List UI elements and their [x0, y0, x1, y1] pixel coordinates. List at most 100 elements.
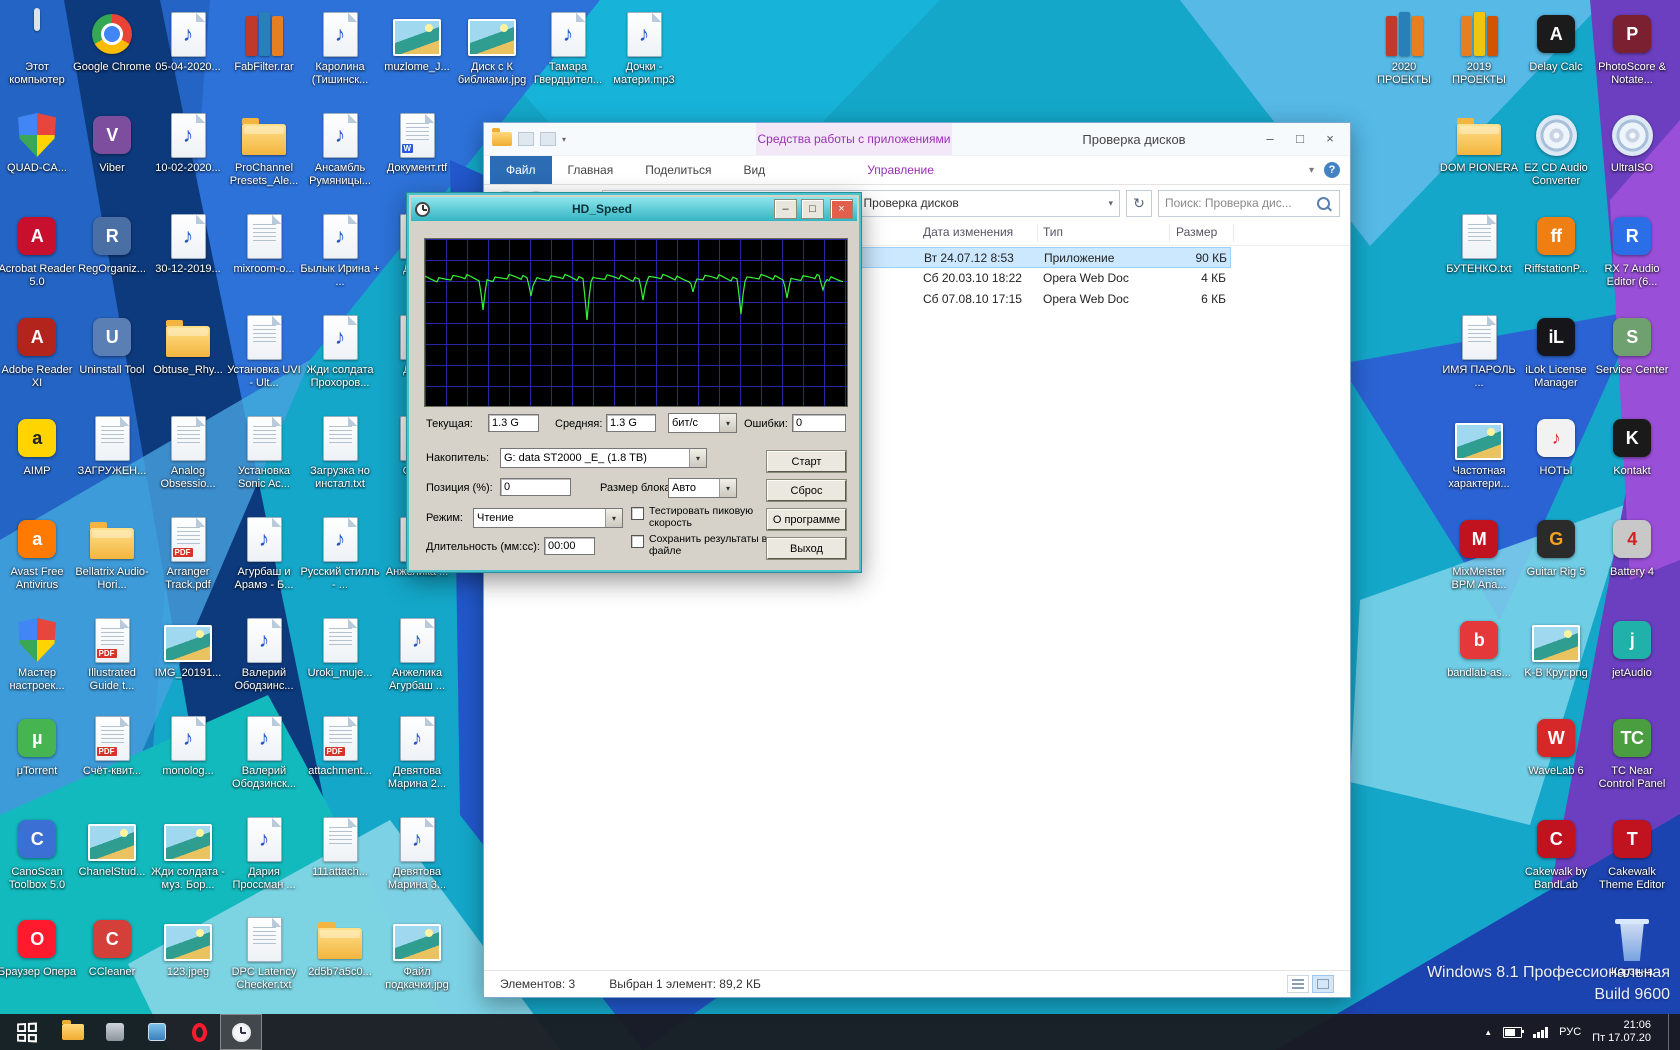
position-value[interactable]: 0	[500, 478, 571, 496]
search-input[interactable]: Поиск: Проверка дис...	[1158, 190, 1340, 217]
desktop-icon[interactable]: iLiLok License Manager	[1514, 312, 1598, 390]
desktop-icon[interactable]: IMG_20191...	[146, 615, 230, 680]
desktop-icon[interactable]: ffRiffstationP...	[1514, 211, 1598, 276]
taskbar-app-button-1[interactable]	[94, 1014, 136, 1050]
desktop-icon[interactable]: GGuitar Rig 5	[1514, 514, 1598, 579]
desktop-icon[interactable]: Obtuse_Rhy...	[146, 312, 230, 377]
taskbar-hdspeed-button[interactable]	[220, 1014, 262, 1050]
desktop-icon[interactable]: jjetAudio	[1590, 615, 1674, 680]
desktop-icon[interactable]: Этот компьютер	[0, 9, 79, 87]
desktop-icon[interactable]: DOM PIONERA	[1437, 110, 1521, 175]
current-value[interactable]: 1.3 G	[488, 414, 539, 432]
ribbon-collapse-icon[interactable]: ▾	[1309, 165, 1314, 176]
peak-test-checkbox[interactable]: Тестировать пиковую скорость	[631, 506, 771, 529]
details-view-button[interactable]	[1287, 975, 1309, 993]
desktop-icon[interactable]: K-B Круг.png	[1514, 615, 1598, 680]
desktop-icon[interactable]: WWaveLab 6	[1514, 713, 1598, 778]
explorer-titlebar[interactable]: ▾ Средства работы с приложениями Проверк…	[484, 123, 1350, 156]
desktop-icon[interactable]: ♪Девятова Марина 2...	[375, 713, 459, 791]
network-icon[interactable]	[1533, 1027, 1548, 1038]
close-button[interactable]: ×	[830, 199, 853, 219]
desktop-icon[interactable]: Google Chrome	[70, 9, 154, 74]
taskbar-clock[interactable]: 21:06 Пт 17.07.20	[1592, 1019, 1651, 1045]
desktop-icon[interactable]: TCTC Near Control Panel	[1590, 713, 1674, 791]
desktop-icon[interactable]: ♪30-12-2019...	[146, 211, 230, 276]
desktop-icon[interactable]: DPC Latency Checker.txt	[222, 914, 306, 992]
show-desktop-button[interactable]	[1668, 1014, 1676, 1050]
desktop-icon[interactable]: PDFattachment...	[298, 713, 382, 778]
desktop-icon[interactable]: RRegOrganiz...	[70, 211, 154, 276]
errors-value[interactable]: 0	[792, 414, 846, 432]
desktop-icon[interactable]: ♪НОТЫ	[1514, 413, 1598, 478]
desktop-icon[interactable]: Диск с К библиами.jpg	[450, 9, 534, 87]
desktop-icon[interactable]: Analog Obsessio...	[146, 413, 230, 491]
desktop-icon[interactable]: µμTorrent	[0, 713, 79, 778]
desktop-icon[interactable]: ♪Валерий Ободзинск...	[222, 713, 306, 791]
desktop-icon[interactable]: SService Center	[1590, 312, 1674, 377]
desktop-icon[interactable]: PDFArranger Track.pdf	[146, 514, 230, 592]
desktop-icon[interactable]: Установка Sonic Ac...	[222, 413, 306, 491]
language-indicator[interactable]: РУС	[1559, 1026, 1581, 1038]
desktop-icon[interactable]: TCakewalk Theme Editor	[1590, 814, 1674, 892]
tab-1[interactable]: Файл	[490, 156, 552, 184]
desktop-icon[interactable]: ♪Былык Ирина + ...	[298, 211, 382, 289]
chevron-down-icon[interactable]: ▾	[562, 135, 566, 144]
desktop-icon[interactable]: Частотная характери...	[1437, 413, 1521, 491]
hidden-icons-chevron[interactable]: ▲	[1484, 1028, 1492, 1037]
desktop-icon[interactable]: QUAD-CA...	[0, 110, 79, 175]
desktop-icon[interactable]: Жди солдата - муз. Бор...	[146, 814, 230, 892]
desktop-icon[interactable]: muzlome_J...	[375, 9, 459, 74]
desktop-icon[interactable]: ADelay Calc	[1514, 9, 1598, 74]
battery-icon[interactable]	[1503, 1027, 1522, 1038]
desktop-icon[interactable]: ProChannel Presets_Ale...	[222, 110, 306, 188]
desktop-icon[interactable]: Файл подкачки.jpg	[375, 914, 459, 992]
address-dropdown-icon[interactable]: ▾	[1108, 198, 1113, 209]
desktop-icon[interactable]: ♪Каролина (Тишинск...	[298, 9, 382, 87]
desktop-icon[interactable]: ♪Ансамбль Румяницы...	[298, 110, 382, 188]
desktop-icon[interactable]: KKontakt	[1590, 413, 1674, 478]
desktop-icon[interactable]: 2019 ПРОЕКТЫ	[1437, 9, 1521, 87]
tab-3[interactable]: Поделиться	[629, 156, 727, 184]
save-results-checkbox[interactable]: Сохранить результаты в файле	[631, 534, 771, 557]
start-button[interactable]: Старт	[767, 451, 846, 472]
qat-button-icon[interactable]	[540, 132, 556, 146]
desktop-icon[interactable]: EZ CD Audio Converter	[1514, 110, 1598, 188]
desktop-icon[interactable]: WДокумент.rtf	[375, 110, 459, 175]
desktop-icon[interactable]: ChanelStud...	[70, 814, 154, 879]
tab-2[interactable]: Главная	[552, 156, 630, 184]
desktop-icon[interactable]: bbandlab-as...	[1437, 615, 1521, 680]
column-header-size[interactable]: Размер	[1176, 225, 1217, 239]
desktop-icon[interactable]: VViber	[70, 110, 154, 175]
desktop-icon[interactable]: MMixMeister BPM Ana...	[1437, 514, 1521, 592]
desktop-icon[interactable]: ♪Девятова Марина 3...	[375, 814, 459, 892]
help-icon[interactable]: ?	[1324, 162, 1340, 178]
desktop-icon[interactable]: ♪Анжелика Агурбаш ...	[375, 615, 459, 693]
qat-button-icon[interactable]	[518, 132, 534, 146]
desktop-icon[interactable]: ♪Агурбаш и Арамэ - Б...	[222, 514, 306, 592]
desktop-icon[interactable]: UUninstall Tool	[70, 312, 154, 377]
desktop-icon[interactable]: ЗАГРУЖЕН...	[70, 413, 154, 478]
taskbar-explorer-button[interactable]	[52, 1014, 94, 1050]
desktop-icon[interactable]: ♪Тамара Гвердцител...	[526, 9, 610, 87]
desktop-icon[interactable]: PPhotoScore & Notate...	[1590, 9, 1674, 87]
desktop-icon[interactable]: ♪Валерий Ободзинс...	[222, 615, 306, 693]
desktop-icon[interactable]: Установка UVI - Ult...	[222, 312, 306, 390]
desktop-icon[interactable]: CCanoScan Toolbox 5.0	[0, 814, 79, 892]
desktop-icon[interactable]: 123.jpeg	[146, 914, 230, 979]
start-button[interactable]	[0, 1014, 52, 1050]
average-value[interactable]: 1.3 G	[606, 414, 656, 432]
desktop-icon[interactable]: ♪Дочки - матери.mp3	[602, 9, 686, 87]
desktop-icon[interactable]: UltraISO	[1590, 110, 1674, 175]
desktop-icon[interactable]: ♪monolog...	[146, 713, 230, 778]
desktop-icon[interactable]: mixroom-o...	[222, 211, 306, 276]
desktop-icon[interactable]: ♪Дария Проссман ...	[222, 814, 306, 892]
thumbnails-view-button[interactable]	[1312, 975, 1334, 993]
hdspeed-titlebar[interactable]: HD_Speed – □ ×	[411, 197, 857, 221]
maximize-button[interactable]: □	[801, 199, 824, 219]
desktop-icon[interactable]: 2d5b7a5c0...	[298, 914, 382, 979]
desktop-icon[interactable]: ♪Русский стилль - ...	[298, 514, 382, 592]
taskbar-opera-button[interactable]	[178, 1014, 220, 1050]
duration-value[interactable]: 00:00	[544, 537, 595, 555]
column-header-date[interactable]: Дата изменения	[923, 225, 1013, 239]
desktop-icon[interactable]: RRX 7 Audio Editor (6...	[1590, 211, 1674, 289]
